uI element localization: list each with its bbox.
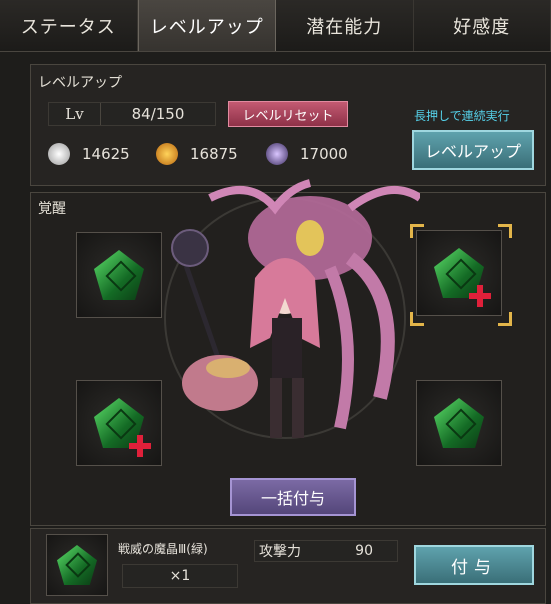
selected-item-slot[interactable] bbox=[46, 534, 108, 596]
levelup-section-title: レベルアップ bbox=[38, 75, 122, 91]
stat-label: 攻撃力 bbox=[259, 544, 301, 560]
item-quantity: ×1 bbox=[122, 564, 238, 588]
resource-gold-value: 16875 bbox=[190, 145, 238, 163]
bulk-grant-button[interactable]: 一括付与 bbox=[230, 478, 356, 516]
tab-affinity[interactable]: 好感度 bbox=[414, 0, 551, 51]
add-plus-icon bbox=[129, 435, 151, 457]
awaken-slot-top-left[interactable] bbox=[76, 232, 162, 318]
awaken-slot-bottom-right[interactable] bbox=[416, 380, 502, 466]
add-plus-icon bbox=[469, 285, 491, 307]
purple-orb-icon bbox=[266, 143, 288, 165]
awakening-section-title: 覚醒 bbox=[38, 201, 66, 217]
resource-silver: 14625 bbox=[48, 143, 130, 165]
hold-hint: 長押しで連続実行 bbox=[414, 109, 510, 123]
awaken-slot-bottom-left[interactable] bbox=[76, 380, 162, 466]
grant-button[interactable]: 付与 bbox=[414, 545, 534, 585]
attack-stat: 攻撃力 90 bbox=[254, 540, 398, 562]
stat-value: 90 bbox=[355, 543, 373, 559]
selection-corner-icon bbox=[498, 312, 512, 326]
selection-corner-icon bbox=[498, 224, 512, 238]
tab-bar: ステータス レベルアップ 潜在能力 好感度 bbox=[0, 0, 551, 52]
level-label: Lv bbox=[49, 103, 101, 125]
level-value: 84/150 bbox=[131, 105, 185, 123]
character-illustration bbox=[164, 179, 420, 439]
resource-orb: 17000 bbox=[266, 143, 348, 165]
gold-coin-icon bbox=[156, 143, 178, 165]
resource-silver-value: 14625 bbox=[82, 145, 130, 163]
silver-coin-icon bbox=[48, 143, 70, 165]
tab-status[interactable]: ステータス bbox=[0, 0, 138, 51]
item-name: 戦威の魔晶Ⅲ(緑) bbox=[118, 542, 208, 556]
green-rune-gem-icon bbox=[434, 398, 484, 448]
level-reset-button[interactable]: レベルリセット bbox=[228, 101, 348, 127]
tab-potential[interactable]: 潜在能力 bbox=[276, 0, 414, 51]
levelup-button[interactable]: レベルアップ bbox=[412, 130, 534, 170]
green-rune-gem-icon bbox=[94, 250, 144, 300]
selection-corner-icon bbox=[410, 224, 424, 238]
selection-corner-icon bbox=[410, 312, 424, 326]
tab-levelup[interactable]: レベルアップ bbox=[137, 0, 276, 51]
resource-gold: 16875 bbox=[156, 143, 238, 165]
awaken-slot-top-right[interactable] bbox=[416, 230, 502, 316]
green-rune-gem-icon bbox=[57, 545, 97, 585]
level-display: Lv 84/150 bbox=[48, 102, 216, 126]
resource-orb-value: 17000 bbox=[300, 145, 348, 163]
